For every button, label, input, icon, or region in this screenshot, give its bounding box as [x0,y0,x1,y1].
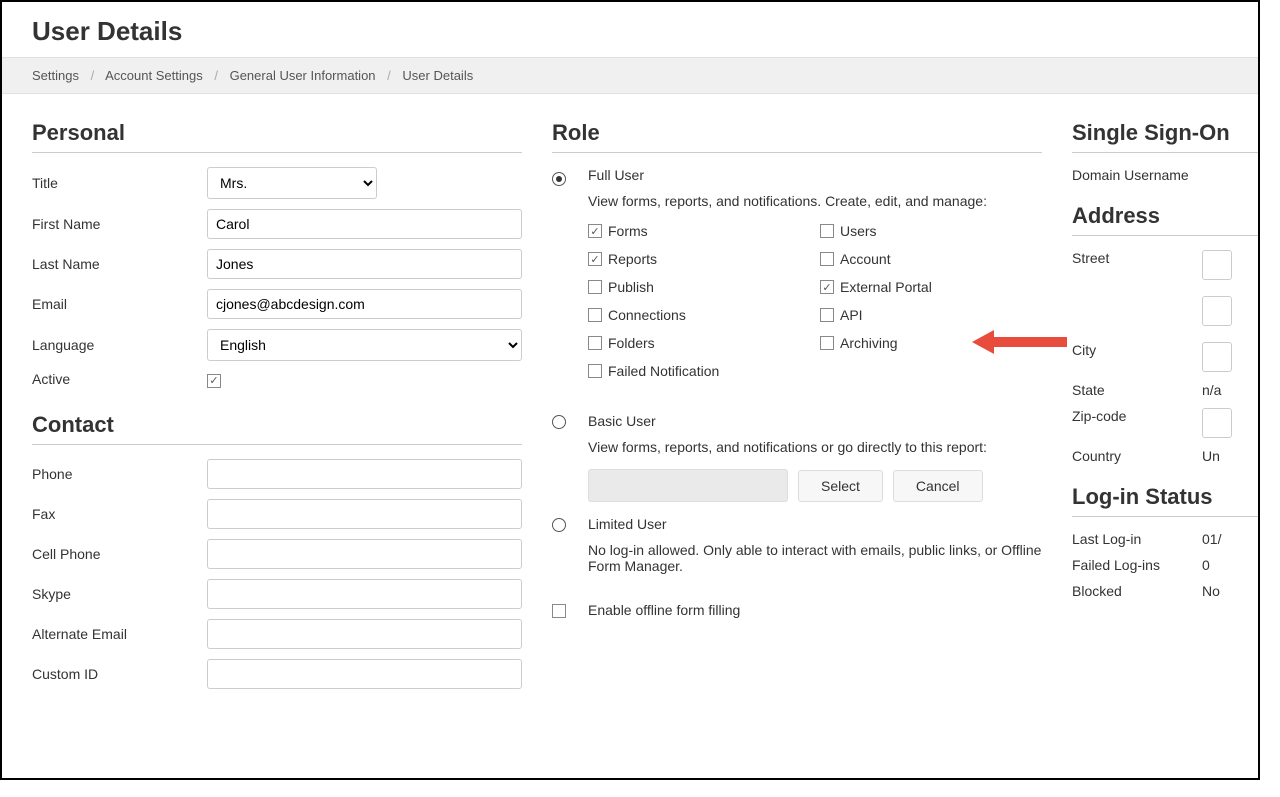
language-select[interactable]: English [207,329,522,361]
breadcrumb-sep: / [387,68,391,83]
street-input-2[interactable] [1202,296,1232,326]
full-user-desc: View forms, reports, and notifications. … [588,193,1042,209]
perm-label: Users [840,223,877,239]
limited-user-label: Limited User [588,516,1042,532]
perm-checkbox-api[interactable] [820,308,834,322]
perm-checkbox-publish[interactable] [588,280,602,294]
phone-input[interactable] [207,459,522,489]
contact-section-title: Contact [32,412,522,445]
perm-label: Folders [608,335,655,351]
alt-email-label: Alternate Email [32,626,207,642]
email-label: Email [32,296,207,312]
perm-checkbox-users[interactable] [820,224,834,238]
breadcrumb-item[interactable]: General User Information [230,68,376,83]
perm-label: External Portal [840,279,932,295]
perm-checkbox-connections[interactable] [588,308,602,322]
perm-checkbox-archiving[interactable] [820,336,834,350]
cancel-button[interactable]: Cancel [893,470,983,502]
state-value[interactable]: n/a [1202,382,1260,398]
perm-label: Reports [608,251,657,267]
page-title: User Details [32,16,1228,47]
basic-user-radio[interactable] [552,415,566,429]
fax-label: Fax [32,506,207,522]
street-label: Street [1072,250,1202,280]
blocked-label: Blocked [1072,583,1202,599]
report-display [588,469,788,502]
state-label: State [1072,382,1202,398]
failed-logins-label: Failed Log-ins [1072,557,1202,573]
last-login-label: Last Log-in [1072,531,1202,547]
zip-label: Zip-code [1072,408,1202,438]
email-input[interactable] [207,289,522,319]
perm-label: Forms [608,223,648,239]
domain-username-label: Domain Username [1072,167,1202,183]
perm-checkbox-folders[interactable] [588,336,602,350]
perm-checkbox-forms[interactable] [588,224,602,238]
breadcrumb: Settings / Account Settings / General Us… [2,57,1258,94]
sso-section-title: Single Sign-On [1072,120,1260,153]
breadcrumb-sep: / [91,68,95,83]
custom-id-input[interactable] [207,659,522,689]
language-label: Language [32,337,207,353]
first-name-input[interactable] [207,209,522,239]
last-name-input[interactable] [207,249,522,279]
basic-user-desc: View forms, reports, and notifications o… [588,439,1042,455]
last-name-label: Last Name [32,256,207,272]
limited-user-radio[interactable] [552,518,566,532]
full-user-label: Full User [588,167,1042,183]
personal-section-title: Personal [32,120,522,153]
offline-label: Enable offline form filling [588,602,1042,618]
title-label: Title [32,175,207,191]
cell-phone-input[interactable] [207,539,522,569]
perm-label: Connections [608,307,686,323]
cell-phone-label: Cell Phone [32,546,207,562]
skype-label: Skype [32,586,207,602]
breadcrumb-item[interactable]: Account Settings [105,68,203,83]
perm-checkbox-failed-notification[interactable] [588,364,602,378]
breadcrumb-item[interactable]: Settings [32,68,79,83]
city-input[interactable] [1202,342,1232,372]
last-login-value: 01/ [1202,531,1260,547]
breadcrumb-sep: / [214,68,218,83]
perm-checkbox-reports[interactable] [588,252,602,266]
title-select[interactable]: Mrs. [207,167,377,199]
perm-label: Account [840,251,891,267]
first-name-label: First Name [32,216,207,232]
perm-checkbox-external-portal[interactable] [820,280,834,294]
zip-input[interactable] [1202,408,1232,438]
city-label: City [1072,342,1202,372]
select-button[interactable]: Select [798,470,883,502]
perm-label: API [840,307,863,323]
role-section-title: Role [552,120,1042,153]
active-checkbox[interactable] [207,374,221,388]
perm-checkbox-account[interactable] [820,252,834,266]
limited-user-desc: No log-in allowed. Only able to interact… [588,542,1042,574]
breadcrumb-item: User Details [402,68,473,83]
perm-label: Publish [608,279,654,295]
street-input[interactable] [1202,250,1232,280]
full-user-radio[interactable] [552,172,566,186]
failed-logins-value: 0 [1202,557,1260,573]
active-label: Active [32,371,207,387]
login-status-section-title: Log-in Status [1072,484,1260,517]
fax-input[interactable] [207,499,522,529]
phone-label: Phone [32,466,207,482]
basic-user-label: Basic User [588,413,1042,429]
skype-input[interactable] [207,579,522,609]
perm-label: Archiving [840,335,898,351]
country-label: Country [1072,448,1202,464]
alt-email-input[interactable] [207,619,522,649]
custom-id-label: Custom ID [32,666,207,682]
country-value[interactable]: Un [1202,448,1260,464]
blocked-value: No [1202,583,1260,599]
address-section-title: Address [1072,203,1260,236]
offline-checkbox[interactable] [552,604,566,618]
perm-label: Failed Notification [608,363,719,379]
